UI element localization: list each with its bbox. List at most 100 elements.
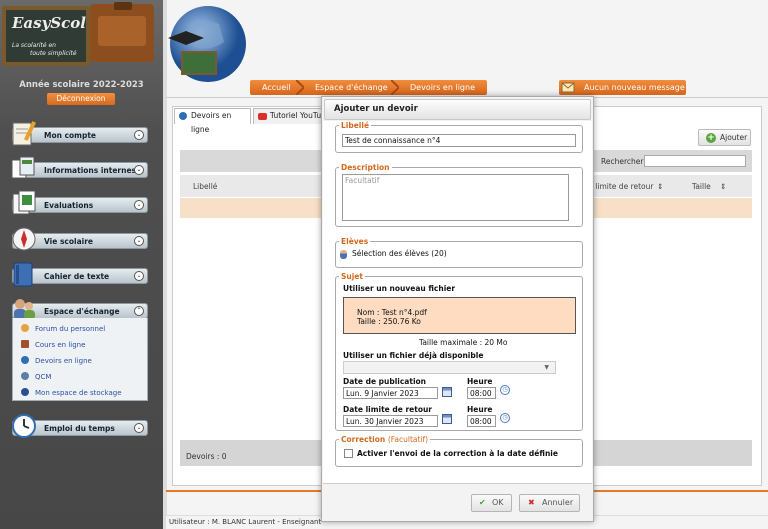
file-dropzone[interactable]: Nom : Test n°4.pdf Taille : 250.76 Ko (343, 297, 576, 334)
search-label: Rechercher : (601, 157, 649, 166)
menu-cahier-de-texte[interactable]: Cahier de texte ⌄ (12, 262, 148, 287)
messages-bar[interactable]: Aucun nouveau message (559, 80, 686, 95)
menu-vie-scolaire[interactable]: Vie scolaire ⌄ (12, 227, 148, 251)
menu-label: Evaluations (44, 201, 94, 210)
sort-icon[interactable]: ⇕ (657, 182, 663, 191)
submenu-item-qcm[interactable]: QCM (21, 372, 51, 384)
clock-icon[interactable]: ◷ (500, 385, 510, 395)
tab-devoirs-en-ligne[interactable]: Devoirs en ligne (174, 108, 251, 134)
breadcrumb-separator-icon (296, 80, 304, 95)
breadcrumb: Accueil Espace d'échange Devoirs en lign… (250, 80, 487, 95)
sujet-legend: Sujet (341, 272, 363, 281)
plus-icon: + (706, 133, 716, 143)
description-fieldset: Description Facultatif (335, 163, 583, 227)
menu-label: Cahier de texte (44, 272, 110, 281)
clock-icon[interactable]: ◷ (500, 413, 510, 423)
correction-optional: (Facultatif) (387, 435, 429, 444)
add-button[interactable]: + Ajouter (698, 129, 751, 146)
file-name: Nom : Test n°4.pdf (357, 308, 427, 317)
submenu-item-stockage[interactable]: Mon espace de stockage (21, 388, 122, 400)
submenu-item-forum[interactable]: Forum du personnel (21, 324, 105, 336)
easyscol-logo[interactable]: EasyScol La scolarité en toute simplicit… (2, 2, 162, 68)
menu-label: Informations internes (44, 166, 137, 175)
menu-informations-internes[interactable]: Informations internes ⌄ (11, 156, 148, 179)
devoirs-count: Devoirs : 0 (186, 452, 227, 461)
chevron-down-icon[interactable]: ⌄ (134, 236, 144, 246)
libelle-fieldset: Libellé Test de connaissance n°4 (335, 121, 583, 153)
menu-label: Mon compte (44, 131, 97, 140)
chevron-down-icon[interactable]: ⌄ (134, 423, 144, 433)
submenu-label: QCM (35, 373, 52, 381)
breadcrumb-devoirs[interactable]: Devoirs en ligne (410, 83, 475, 92)
chevron-down-icon[interactable]: ⌄ (134, 271, 144, 281)
column-libelle[interactable]: Libellé (193, 182, 217, 191)
menu-mon-compte[interactable]: Mon compte ⌄ (12, 121, 148, 146)
cancel-label: Annuler (542, 498, 574, 507)
notepad-pencil-icon (12, 121, 37, 146)
school-year: Année scolaire 2022-2023 (19, 80, 144, 90)
correction-checkbox[interactable] (344, 449, 353, 458)
libelle-input[interactable]: Test de connaissance n°4 (342, 134, 576, 147)
menu-label: Espace d'échange (44, 307, 120, 316)
tab-tutoriel-youtube[interactable]: Tutoriel YouTube (253, 108, 323, 124)
column-taille[interactable]: Taille (692, 182, 711, 191)
due-date-input[interactable]: Lun. 30 Janvier 2023 (343, 415, 438, 427)
compass-icon (12, 227, 36, 251)
menu-evaluations[interactable]: Evaluations ⌄ (12, 190, 148, 215)
new-file-label: Utiliser un nouveau fichier (343, 284, 456, 293)
sheets-icon (12, 190, 36, 215)
submenu-label: Forum du personnel (35, 325, 106, 333)
eleves-selection-label: Sélection des élèves (20) (352, 249, 447, 258)
tab-label: Tutoriel YouTube (270, 111, 322, 120)
dialog-title: Ajouter un devoir (324, 99, 591, 120)
messages-label: Aucun nouveau message (584, 83, 685, 92)
logout-button[interactable]: Déconnexion (47, 93, 115, 105)
correction-fieldset: Correction (Facultatif) Activer l'envoi … (335, 435, 583, 467)
chevron-up-icon[interactable]: ⌃ (134, 306, 144, 316)
breadcrumb-accueil[interactable]: Accueil (262, 83, 291, 92)
calendar-icon[interactable] (442, 414, 452, 424)
chevron-down-icon[interactable]: ⌄ (134, 200, 144, 210)
due-date-label: Date limite de retour (343, 405, 433, 414)
storage-icon (21, 388, 29, 396)
book-icon (13, 262, 33, 287)
correction-checkbox-label: Activer l'envoi de la correction à la da… (357, 449, 558, 458)
chevron-down-icon[interactable]: ⌄ (134, 165, 144, 175)
pub-hour-input[interactable]: 08:00 (467, 387, 496, 399)
clock-icon (12, 414, 36, 438)
existing-file-select[interactable]: ▼ (343, 361, 556, 374)
correction-legend: Correction (Facultatif) (339, 435, 430, 444)
espace-echange-submenu: Forum du personnel Cours en ligne Devoir… (12, 318, 148, 401)
breadcrumb-separator-icon (391, 80, 399, 95)
add-homework-dialog: Ajouter un devoir Libellé Test de connai… (321, 96, 594, 522)
calendar-icon[interactable] (442, 387, 452, 397)
menu-emploi-du-temps[interactable]: Emploi du temps ⌄ (12, 414, 148, 438)
due-hour-label: Heure (467, 405, 493, 414)
chevron-down-icon[interactable]: ⌄ (134, 130, 144, 140)
search-input[interactable] (644, 155, 746, 167)
sort-icon[interactable]: ⇕ (720, 182, 726, 191)
sujet-fieldset: Sujet Utiliser un nouveau fichier Nom : … (335, 272, 583, 431)
menu-espace-echange[interactable]: Espace d'échange ⌃ (12, 299, 148, 320)
course-icon (21, 340, 29, 348)
user-info: Utilisateur : M. BLANC Laurent - Enseign… (169, 518, 322, 526)
due-hour-input[interactable]: 08:00 (467, 415, 496, 427)
description-legend: Description (341, 163, 390, 172)
cancel-button[interactable]: ✖ Annuler (519, 494, 580, 512)
pub-hour-label: Heure (467, 377, 493, 386)
logo-title: EasyScol (12, 14, 86, 32)
libelle-legend: Libellé (341, 121, 370, 130)
logo-tagline-1: La scolarité en (12, 42, 56, 49)
submenu-label: Cours en ligne (35, 341, 86, 349)
submenu-item-devoirs[interactable]: Devoirs en ligne (21, 356, 92, 368)
menu-label: Vie scolaire (44, 237, 93, 246)
ok-button[interactable]: ✔ OK (471, 494, 512, 512)
correction-legend-label: Correction (341, 435, 386, 444)
globe-icon (179, 112, 187, 120)
logo-tagline-2: toute simplicité (30, 50, 77, 57)
pub-date-input[interactable]: Lun. 9 Janvier 2023 (343, 387, 438, 399)
submenu-item-cours[interactable]: Cours en ligne (21, 340, 85, 352)
eleves-fieldset: Elèves Sélection des élèves (20) (335, 237, 583, 268)
breadcrumb-espace-echange[interactable]: Espace d'échange (315, 83, 388, 92)
description-textarea[interactable]: Facultatif (342, 174, 569, 221)
